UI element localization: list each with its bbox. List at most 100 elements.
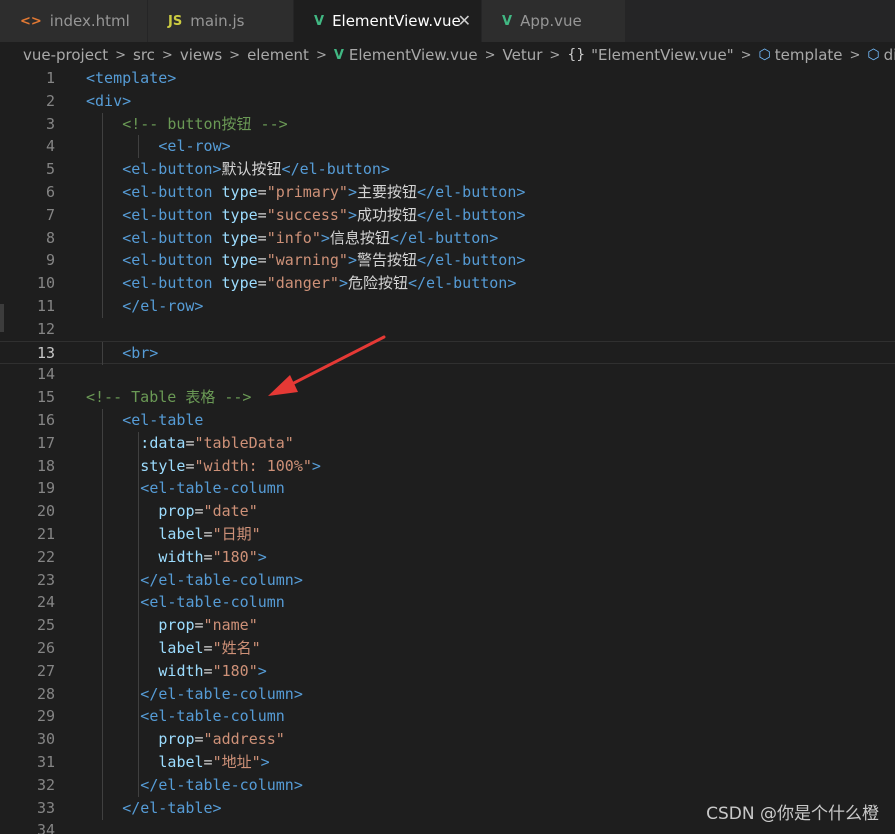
tab-index-html[interactable]: <> index.html	[0, 0, 148, 42]
indent-guide	[102, 409, 103, 432]
code-line[interactable]: 30 prop="address"	[0, 728, 895, 752]
code-editor[interactable]: 1 <template> 2 <div> 3 <!-- button按钮 --> 4 <el-…	[0, 68, 895, 834]
code-token: <el-row>	[158, 137, 231, 156]
code-line[interactable]: 9 <el-button type="warning">警告按钮</el-butt…	[0, 249, 895, 273]
breadcrumb-label: vue-project	[23, 46, 109, 64]
code-line[interactable]: 26 label="姓名"	[0, 637, 895, 660]
code-line[interactable]: 1 <template>	[0, 68, 895, 90]
code-line[interactable]: 28 </el-table-column>	[0, 682, 895, 706]
code-token: =	[203, 661, 213, 680]
tab-app-vue[interactable]: V App.vue	[482, 0, 626, 42]
code-line[interactable]: 8 <el-button type="info">信息按钮</el-button>	[0, 226, 895, 250]
code-token: style	[140, 456, 186, 475]
indent-guide	[138, 477, 140, 501]
code-token: "180"	[212, 547, 258, 566]
code-line[interactable]: 17:data="tableData"	[0, 431, 895, 455]
indent-guide	[102, 659, 103, 683]
code-line[interactable]: 18 style="width: 100%">	[0, 454, 895, 478]
breadcrumb-item[interactable]: views	[180, 46, 222, 64]
code-line[interactable]: 19 <el-table-column	[0, 477, 895, 501]
code-text: </el-row>	[122, 295, 203, 318]
code-token: =	[257, 228, 267, 247]
chevron-right-icon: >	[484, 47, 496, 63]
code-token: </el-row>	[122, 297, 204, 315]
close-icon[interactable]: ✕	[458, 11, 471, 30]
code-line[interactable]: 24 <el-table-column	[0, 591, 895, 615]
code-token: "name"	[203, 616, 258, 635]
code-text: <!-- button按钮 -->	[122, 113, 287, 136]
code-token: <el-button	[122, 251, 222, 270]
indent-guide	[102, 249, 103, 273]
code-token: >	[347, 183, 357, 201]
code-line[interactable]: 6 <el-button type="primary">主要按钮</el-butt…	[0, 181, 895, 204]
indent-guide	[102, 203, 103, 227]
code-token: =	[194, 616, 204, 635]
code-line[interactable]: 5 <el-button>默认按钮</el-button>	[0, 158, 895, 182]
code-line[interactable]: 15 <!-- Table 表格 -->	[0, 386, 895, 409]
code-token: <el-table-column	[140, 707, 285, 726]
code-token: <!-- button按钮 -->	[122, 114, 288, 133]
indent-guide	[102, 773, 103, 797]
code-line[interactable]: 4 <el-row>	[0, 135, 895, 159]
tab-elementview-vue[interactable]: V ElementView.vue ✕	[294, 0, 482, 42]
code-line[interactable]: 10 <el-button type="danger">危险按钮</el-butt…	[0, 272, 895, 296]
code-line[interactable]: 23 </el-table-column>	[0, 568, 895, 592]
indent-guide	[138, 659, 140, 683]
code-line[interactable]: 20 prop="date"	[0, 500, 895, 524]
code-token: width	[158, 661, 204, 680]
tab-main-js[interactable]: JS main.js	[148, 0, 294, 42]
breadcrumb-item[interactable]: element	[247, 46, 309, 64]
code-line[interactable]: 29 <el-table-column	[0, 705, 895, 729]
code-line[interactable]: 31 label="地址">	[0, 751, 895, 774]
indent-guide	[102, 591, 103, 615]
code-line[interactable]: 21 label="日期"	[0, 523, 895, 546]
code-token: =	[194, 730, 204, 749]
code-text: <el-button type="danger">危险按钮</el-button…	[122, 272, 516, 295]
code-text: <br>	[122, 342, 158, 365]
line-number: 26	[36, 639, 55, 657]
code-line[interactable]: 22 width="180">	[0, 545, 895, 569]
code-line[interactable]: 25 prop="name"	[0, 614, 895, 638]
code-line[interactable]: 13 <br>	[0, 340, 895, 365]
line-number: 8	[45, 228, 55, 247]
breadcrumb-item[interactable]: V ElementView.vue	[334, 46, 478, 64]
breadcrumb: vue-project > src > views > element > V ElementVi…	[0, 42, 895, 68]
line-number: 32	[36, 775, 55, 794]
tab-label: index.html	[49, 12, 130, 30]
code-text: width="180">	[158, 546, 266, 569]
line-number: 10	[36, 274, 55, 293]
code-line[interactable]: 16 <el-table	[0, 409, 895, 432]
indent-guide	[102, 112, 103, 136]
element-cube-icon: ⬡	[867, 47, 880, 63]
code-token: >	[257, 661, 267, 680]
code-text: style="width: 100%">	[140, 455, 321, 478]
code-text: <el-table-column	[140, 705, 285, 728]
breadcrumb-item[interactable]: vue-project	[23, 46, 108, 64]
code-line[interactable]: 3 <!-- button按钮 -->	[0, 112, 895, 136]
code-line[interactable]: 32 </el-table-column>	[0, 773, 895, 797]
code-token: 成功按钮	[357, 205, 418, 224]
code-line[interactable]: 11 </el-row>	[0, 295, 895, 318]
breadcrumb-item[interactable]: ⬡div	[867, 46, 895, 64]
code-text: <el-table-column	[140, 591, 285, 614]
indent-guide	[102, 181, 103, 204]
tab-bar: <> index.html JS main.js V ElementView.vue ✕ V A…	[0, 0, 895, 42]
breadcrumb-item[interactable]: src	[133, 46, 155, 64]
code-line[interactable]: 7 <el-button type="success">成功按钮</el-butt…	[0, 203, 895, 227]
code-line[interactable]: 27 width="180">	[0, 659, 895, 683]
indent-guide	[138, 728, 140, 752]
code-token: <el-button>	[122, 160, 222, 179]
element-cube-icon: ⬡	[758, 47, 771, 63]
code-text: prop="name"	[158, 614, 257, 637]
code-text: <!-- Table 表格 -->	[86, 386, 251, 409]
breadcrumb-item[interactable]: {} "ElementView.vue"	[567, 46, 733, 64]
line-number: 23	[36, 570, 55, 589]
breadcrumb-item[interactable]: Vetur	[503, 46, 543, 64]
indent-guide	[102, 341, 103, 365]
code-line[interactable]: 14	[0, 363, 895, 386]
code-text: </el-table-column>	[140, 774, 303, 797]
code-line[interactable]: 12	[0, 318, 895, 341]
code-line[interactable]: 2 <div>	[0, 90, 895, 113]
breadcrumb-label: div	[883, 46, 895, 64]
breadcrumb-item[interactable]: ⬡ template	[759, 46, 843, 64]
